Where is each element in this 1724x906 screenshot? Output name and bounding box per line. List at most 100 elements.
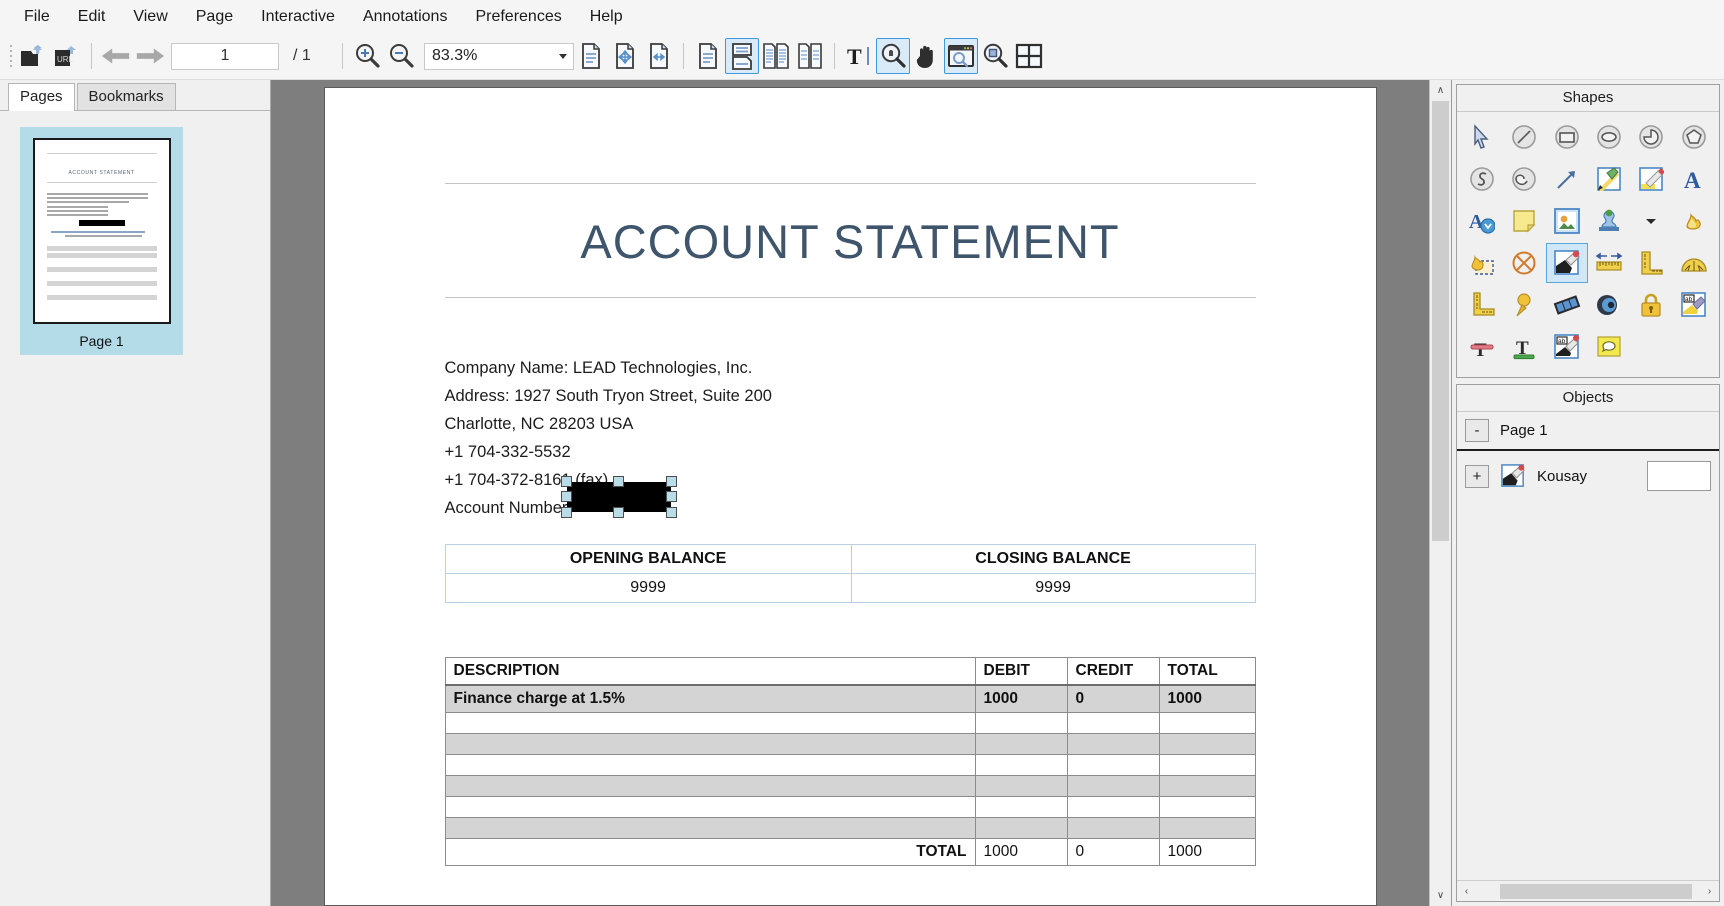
menu-item-page[interactable]: Page: [182, 4, 247, 30]
objects-page-row[interactable]: - Page 1: [1457, 412, 1719, 449]
menu-item-annotations[interactable]: Annotations: [349, 4, 462, 30]
pointer-select-icon[interactable]: [1461, 117, 1503, 157]
scroll-down-arrow-icon[interactable]: ∨: [1430, 885, 1451, 906]
image-stamp-icon[interactable]: [1546, 201, 1588, 241]
fit-page-button[interactable]: [574, 38, 608, 74]
text-select-button[interactable]: T: [842, 38, 876, 74]
closed-curve-shape-icon[interactable]: [1503, 159, 1545, 199]
resize-handle-se[interactable]: [666, 507, 677, 518]
resize-handle-s[interactable]: [613, 507, 624, 518]
scroll-track[interactable]: [1430, 101, 1451, 885]
curve-shape-icon[interactable]: [1461, 159, 1503, 199]
table-total-row: TOTAL 1000 0 1000: [445, 839, 1255, 866]
polygon-shape-icon[interactable]: [1673, 117, 1715, 157]
text-hide-icon[interactable]: ab: [1546, 327, 1588, 367]
text-letter-icon[interactable]: A: [1673, 159, 1715, 199]
toolbar-grip[interactable]: [6, 41, 16, 71]
menu-item-view[interactable]: View: [119, 4, 181, 30]
ruler-horizontal-icon[interactable]: [1588, 243, 1630, 283]
audio-speaker-icon[interactable]: [1588, 285, 1630, 325]
scroll-thumb[interactable]: [1432, 101, 1449, 541]
pan-hand-button[interactable]: [910, 38, 944, 74]
text-redaction-icon[interactable]: ab: [1673, 285, 1715, 325]
collapse-button[interactable]: -: [1465, 419, 1489, 442]
scroll-thumb-horizontal[interactable]: [1500, 884, 1692, 899]
resize-handle-w[interactable]: [561, 491, 572, 502]
text-strikeout-icon[interactable]: T: [1461, 327, 1503, 367]
lock-icon[interactable]: [1630, 285, 1672, 325]
two-page-view-button[interactable]: [759, 38, 793, 74]
object-value-field[interactable]: [1647, 461, 1711, 491]
magnifier-glass-button[interactable]: [978, 38, 1012, 74]
zoom-in-button[interactable]: [350, 38, 384, 74]
sticky-note-icon[interactable]: [1503, 201, 1545, 241]
thumbnail-page-1[interactable]: ACCOUNT STATEMENT: [20, 127, 183, 355]
rubber-stamp-icon[interactable]: [1588, 201, 1630, 241]
pdf-page-1[interactable]: ACCOUNT STATEMENT Company Name: LEAD Tec…: [324, 87, 1377, 906]
highlighter-icon[interactable]: [1630, 159, 1672, 199]
text-rollup-icon[interactable]: A: [1461, 201, 1503, 241]
navigate-forward-button[interactable]: [133, 38, 167, 74]
scroll-right-arrow-icon[interactable]: ›: [1700, 886, 1719, 897]
text-underline-icon[interactable]: T: [1503, 327, 1545, 367]
tab-pages[interactable]: Pages: [8, 83, 75, 111]
rectangle-shape-icon[interactable]: [1546, 117, 1588, 157]
redaction-icon[interactable]: [1546, 243, 1588, 283]
push-pin-icon[interactable]: [1503, 285, 1545, 325]
svg-text:T: T: [1474, 340, 1487, 360]
single-page-view-button[interactable]: [691, 38, 725, 74]
resize-handle-e[interactable]: [666, 491, 677, 502]
svg-text:ab: ab: [1558, 338, 1566, 345]
arrow-pointer-line-icon[interactable]: [1546, 159, 1588, 199]
menu-item-preferences[interactable]: Preferences: [461, 4, 575, 30]
open-file-button[interactable]: [16, 38, 50, 74]
chevron-down-icon[interactable]: [559, 54, 567, 59]
fit-actual-size-button[interactable]: [608, 38, 642, 74]
resize-handle-n[interactable]: [613, 476, 624, 487]
pie-shape-icon[interactable]: [1630, 117, 1672, 157]
zoom-level-select[interactable]: 83.3%: [424, 43, 574, 70]
grid-view-button[interactable]: [1012, 38, 1046, 74]
navigate-back-button[interactable]: [99, 38, 133, 74]
opening-balance-value: 9999: [445, 574, 851, 603]
scroll-track-horizontal[interactable]: [1476, 884, 1700, 899]
resize-handle-ne[interactable]: [666, 476, 677, 487]
resize-handle-nw[interactable]: [561, 476, 572, 487]
ellipse-shape-icon[interactable]: [1588, 117, 1630, 157]
menu-item-edit[interactable]: Edit: [64, 4, 120, 30]
fit-width-button[interactable]: [642, 38, 676, 74]
viewer-vertical-scrollbar[interactable]: ∧ ∨: [1429, 80, 1451, 906]
hotspot-select-icon[interactable]: [1461, 243, 1503, 283]
search-window-button[interactable]: [944, 38, 978, 74]
document-scroll-area[interactable]: ACCOUNT STATEMENT Company Name: LEAD Tec…: [271, 80, 1429, 906]
redaction-annotation[interactable]: [567, 482, 671, 512]
object-list-item[interactable]: + Kousay: [1457, 455, 1719, 497]
zoom-tool-button[interactable]: [876, 38, 910, 74]
scroll-up-arrow-icon[interactable]: ∧: [1430, 80, 1451, 101]
stamp-dropdown-caret-icon[interactable]: [1630, 201, 1672, 241]
video-film-icon[interactable]: [1546, 285, 1588, 325]
menu-item-interactive[interactable]: Interactive: [247, 4, 349, 30]
open-url-button[interactable]: URL: [50, 38, 84, 74]
left-panel: Pages Bookmarks ACCOUNT STATEMENT: [0, 80, 271, 906]
ruler-measure-icon[interactable]: [1461, 285, 1503, 325]
menu-item-help[interactable]: Help: [576, 4, 637, 30]
resize-handle-sw[interactable]: [561, 507, 572, 518]
scroll-left-arrow-icon[interactable]: ‹: [1457, 886, 1476, 897]
tab-bookmarks[interactable]: Bookmarks: [77, 83, 176, 110]
encrypt-icon[interactable]: [1503, 243, 1545, 283]
page-number-input[interactable]: 1: [171, 43, 279, 70]
menu-item-file[interactable]: File: [10, 4, 64, 30]
objects-horizontal-scrollbar[interactable]: ‹ ›: [1457, 880, 1719, 901]
comment-balloon-icon[interactable]: [1588, 327, 1630, 367]
continuous-view-button[interactable]: [725, 38, 759, 74]
protractor-icon[interactable]: [1673, 243, 1715, 283]
ruler-angle-icon[interactable]: [1630, 243, 1672, 283]
pencil-draw-icon[interactable]: [1588, 159, 1630, 199]
hotspot-icon[interactable]: [1673, 201, 1715, 241]
zoom-out-button[interactable]: [384, 38, 418, 74]
svg-text:T: T: [847, 44, 862, 69]
book-view-button[interactable]: [793, 38, 827, 74]
expand-button[interactable]: +: [1465, 465, 1489, 488]
line-shape-icon[interactable]: [1503, 117, 1545, 157]
